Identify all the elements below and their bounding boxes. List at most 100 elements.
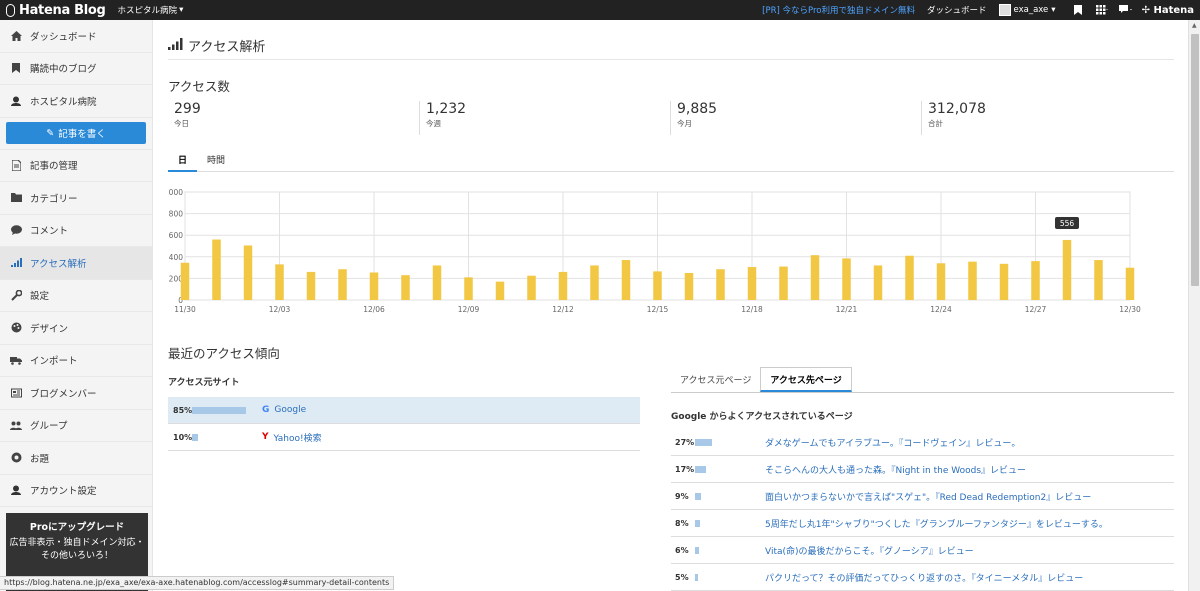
- sidebar-item-groups[interactable]: グループ: [0, 410, 152, 442]
- apps-grid-icon[interactable]: [1090, 5, 1114, 15]
- scrollbar-thumb[interactable]: [1191, 34, 1199, 286]
- user-menu[interactable]: exa_axe ▾: [998, 4, 1056, 16]
- y-tick-label: 600: [169, 231, 184, 240]
- chart-bar: [558, 271, 568, 300]
- list-item[interactable]: 10% Y Yahoo!検索: [168, 424, 640, 451]
- site-link[interactable]: G Google: [262, 405, 306, 415]
- stat-week: 1,232 今週: [419, 101, 670, 135]
- chart-bar: [306, 271, 316, 300]
- x-tick-label: 12/30: [1119, 305, 1141, 314]
- sidebar: ダッシュボード 購読中のブログ ホスピタル病院 ✎ 記事を書く 記事の管理 カテ…: [0, 20, 153, 591]
- chart-bar: [873, 265, 883, 300]
- chart-bar: [1062, 239, 1072, 300]
- sidebar-item-categories[interactable]: カテゴリー: [0, 182, 152, 215]
- chart-bar: [905, 255, 914, 300]
- group-icon: [10, 419, 22, 431]
- sidebar-item-blog[interactable]: ホスピタル病院: [0, 85, 152, 118]
- chart-bar: [432, 265, 442, 300]
- chart-bar: [1031, 261, 1040, 300]
- stat-month: 9,885 今月: [670, 101, 921, 135]
- scroll-up-icon[interactable]: ▲: [1192, 22, 1197, 29]
- sidebar-item-account[interactable]: アカウント設定: [0, 475, 152, 507]
- blog-selector-label: ホスピタル病院: [117, 6, 178, 16]
- trend-title: 最近のアクセス傾向: [168, 346, 280, 361]
- share-bar: [192, 433, 198, 441]
- destination-title: Google からよくアクセスされているページ: [671, 412, 853, 422]
- page-link[interactable]: そこらへんの大人も通った森。『Night in the Woods』レビュー: [765, 463, 1026, 476]
- x-tick-label: 11/30: [174, 305, 196, 314]
- access-bar-chart: 02004006008001,00011/3012/0312/0612/0912…: [168, 188, 1141, 314]
- chart-bar: [243, 245, 253, 300]
- page-link[interactable]: ダメなゲームでもアイラブユー。『コードヴェイン』レビュー。: [765, 436, 1020, 449]
- promo-title: Proにアップグレード: [29, 522, 125, 533]
- tab-day[interactable]: 日: [168, 150, 198, 172]
- hatena-blog-logo[interactable]: Hatena Blog: [0, 3, 106, 18]
- share-bar: [695, 438, 712, 446]
- page-link[interactable]: 5周年だし丸1年"シャブり"つくした『グランブルーファンタジー』をレビューする。: [765, 517, 1108, 530]
- page-link[interactable]: 面白いかつまらないかで言えば"スゲェ"。『Red Dead Redemption…: [765, 490, 1091, 503]
- account-icon: [10, 484, 22, 496]
- chart-bar: [275, 264, 284, 300]
- logo-text: Hatena Blog: [19, 2, 106, 18]
- notification-icon[interactable]: [1114, 5, 1138, 15]
- x-tick-label: 12/09: [458, 305, 480, 314]
- chart-bar: [401, 275, 410, 300]
- sidebar-item-import[interactable]: インポート: [0, 345, 152, 377]
- dashboard-link[interactable]: ダッシュボード: [927, 4, 987, 16]
- chart-bar: [842, 258, 851, 300]
- comment-icon: [10, 224, 22, 236]
- sidebar-item-comments[interactable]: コメント: [0, 215, 152, 247]
- sidebar-item-dashboard[interactable]: ダッシュボード: [0, 20, 152, 53]
- document-icon: [10, 159, 22, 171]
- write-article-button[interactable]: ✎ 記事を書く: [6, 122, 146, 144]
- site-link[interactable]: Y Yahoo!検索: [262, 431, 322, 444]
- chart-bar: [810, 255, 820, 300]
- sidebar-item-analytics[interactable]: アクセス解析: [0, 247, 152, 280]
- chart-bar: [684, 273, 694, 300]
- access-count-title: アクセス数: [168, 79, 230, 94]
- sidebar-item-themes[interactable]: お題: [0, 442, 152, 475]
- chart-bar: [1094, 260, 1103, 300]
- tab-source-pages[interactable]: アクセス元ページ: [671, 367, 760, 392]
- list-item: 8% 5周年だし丸1年"シャブり"つくした『グランブルーファンタジー』をレビュー…: [671, 510, 1174, 537]
- palette-icon: [10, 322, 22, 334]
- sidebar-item-members[interactable]: ブログメンバー: [0, 377, 152, 410]
- share-bar: [695, 519, 700, 527]
- divider: [168, 59, 1174, 60]
- hatena-link[interactable]: ✢ Hatena: [1142, 5, 1194, 16]
- caret-down-icon: ▾: [1051, 5, 1056, 15]
- list-item: 17% そこらへんの大人も通った森。『Night in the Woods』レビ…: [671, 456, 1174, 483]
- chart-bar: [968, 261, 977, 300]
- bar-chart-icon: [168, 37, 184, 54]
- google-icon: G: [262, 405, 270, 415]
- sidebar-item-subscriptions[interactable]: 購読中のブログ: [0, 53, 152, 85]
- bookmark-icon[interactable]: [1066, 5, 1090, 15]
- share-bar: [695, 573, 698, 581]
- chart-bar: [747, 267, 757, 300]
- y-tick-label: 400: [169, 253, 184, 262]
- list-item[interactable]: 85% G Google: [168, 397, 640, 424]
- tab-destination-pages[interactable]: アクセス先ページ: [760, 367, 852, 392]
- x-tick-label: 12/15: [647, 305, 669, 314]
- tooltip-value: 556: [1060, 219, 1075, 228]
- blog-selector[interactable]: ホスピタル病院 ▾: [118, 4, 184, 16]
- tab-hour[interactable]: 時間: [197, 150, 235, 172]
- page-link[interactable]: Vita(命)の最後だからこそ。『グノーシア』レビュー: [765, 544, 974, 557]
- theme-icon: [10, 452, 22, 464]
- main-content: アクセス解析 アクセス数 299 今日 1,232 今週 9,885 今月 31…: [168, 20, 1174, 591]
- page-scrollbar[interactable]: ▲: [1188, 20, 1200, 591]
- page-title: アクセス解析: [168, 36, 265, 55]
- page-link[interactable]: パクリだって？その評価だってひっくり返すのさ。『タイニーメタル』レビュー: [765, 571, 1083, 584]
- x-tick-label: 12/21: [836, 305, 858, 314]
- chart-bar: [1125, 267, 1135, 300]
- sidebar-item-design[interactable]: デザイン: [0, 312, 152, 345]
- x-tick-label: 12/24: [930, 305, 952, 314]
- x-tick-label: 12/03: [269, 305, 291, 314]
- sidebar-item-articles[interactable]: 記事の管理: [0, 150, 152, 182]
- bar-chart-icon: [10, 257, 22, 269]
- chart-bar: [716, 269, 725, 300]
- sidebar-item-settings[interactable]: 設定: [0, 280, 152, 312]
- pr-link[interactable]: [PR] 今ならPro利用で独自ドメイン無料: [762, 4, 915, 16]
- source-title: アクセス元サイト: [168, 378, 240, 388]
- referrer-sites-panel: アクセス元サイト 85% G Google 10% Y Yahoo!検索: [168, 375, 640, 451]
